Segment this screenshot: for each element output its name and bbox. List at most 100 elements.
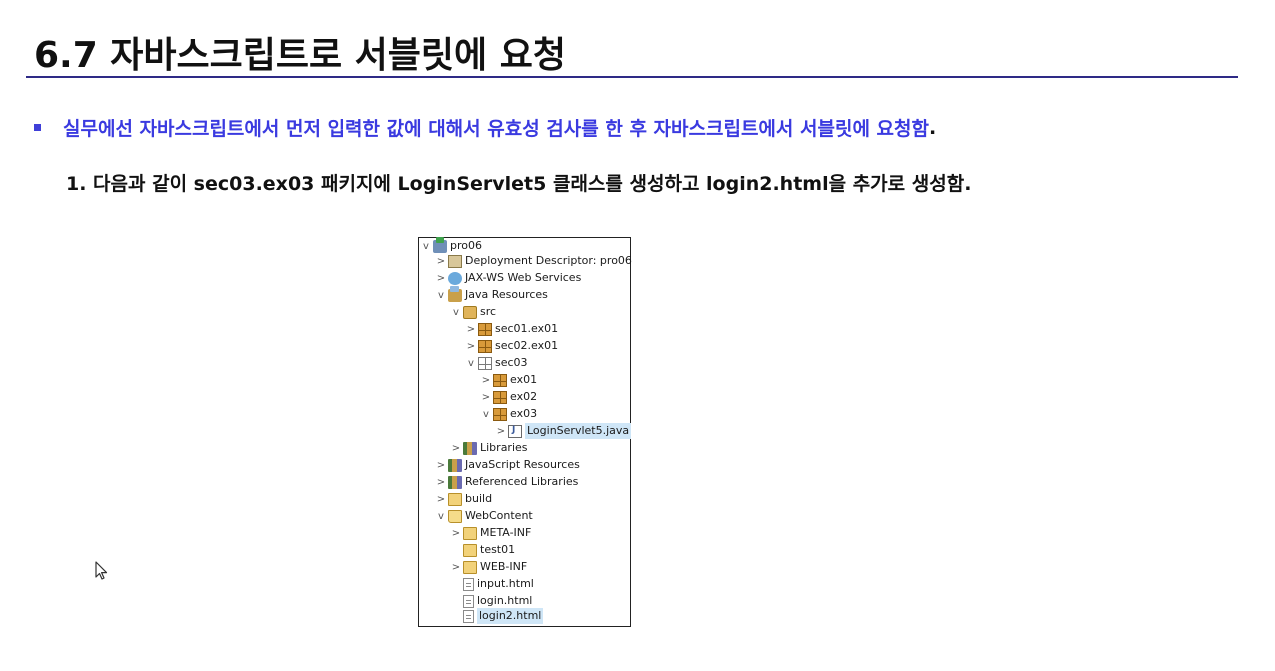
tree-item-label: login.html [477,594,533,607]
package-icon [493,390,507,404]
tree-item-ex03[interactable]: v ex03 [481,406,537,422]
source-folder-icon [463,305,477,319]
library-icon [448,458,462,472]
tree-item-web-inf[interactable]: > WEB-INF [451,559,527,575]
package-icon [478,339,492,353]
html-file-icon [463,594,474,608]
package-icon [493,373,507,387]
tree-item-label: META-INF [480,526,532,539]
chevron-right-icon[interactable]: > [466,338,476,354]
tree-item-webcontent[interactable]: v WebContent [436,508,533,524]
chevron-right-icon[interactable]: > [436,270,446,286]
chevron-right-icon[interactable]: > [436,457,446,473]
html-file-icon [463,577,474,591]
slide-title: 6.7 자바스크립트로 서블릿에 요청 [34,35,566,76]
tree-item-ex02[interactable]: > ex02 [481,389,537,405]
java-file-icon [508,424,522,438]
chevron-right-icon[interactable]: > [466,321,476,337]
tree-item-meta-inf[interactable]: > META-INF [451,525,531,541]
tree-item-login-html[interactable]: login.html [451,593,532,609]
bullet-text: 실무에선 자바스크립트에서 먼저 입력한 값에 대해서 유효성 검사를 한 후 … [63,118,929,140]
deployment-descriptor-icon [448,254,462,268]
tree-item-sec01-ex01[interactable]: > sec01.ex01 [466,321,558,337]
tree-item-label: WebContent [465,509,533,522]
tree-item-label: LoginServlet5.java [525,423,632,439]
folder-icon [463,560,477,574]
java-resources-icon [448,285,462,302]
tree-item-javascript-resources[interactable]: > JavaScript Resources [436,457,580,473]
tree-item-jax-ws[interactable]: > JAX-WS Web Services [436,270,581,286]
chevron-right-icon[interactable]: > [481,372,491,388]
tree-item-input-html[interactable]: input.html [451,576,534,592]
tree-item-deployment-descriptor[interactable]: > Deployment Descriptor: pro06 [436,253,632,269]
open-folder-icon [448,509,462,523]
square-bullet-icon [34,124,41,131]
tree-item-label: ex01 [510,373,538,386]
folder-icon [448,492,462,506]
chevron-right-icon[interactable]: > [436,491,446,507]
tree-item-label: WEB-INF [480,560,528,573]
tree-item-label: pro06 [450,239,482,252]
bullet-item: 실무에선 자바스크립트에서 먼저 입력한 값에 대해서 유효성 검사를 한 후 … [34,114,936,141]
chevron-right-icon[interactable]: > [481,389,491,405]
chevron-down-icon[interactable]: v [466,355,476,371]
chevron-down-icon[interactable]: v [436,287,446,303]
package-icon [493,407,507,421]
project-icon [433,236,447,253]
folder-icon [463,543,477,557]
tree-item-login2-html[interactable]: login2.html [451,608,544,624]
library-icon [463,441,477,455]
folder-icon [463,526,477,540]
tree-item-label: Deployment Descriptor: pro06 [465,254,632,267]
tree-item-label: test01 [480,543,516,556]
tree-item-label: login2.html [477,608,544,624]
html-file-icon [463,609,474,623]
tree-item-label: sec03 [495,356,528,369]
web-services-icon [448,271,462,285]
tree-item-test01[interactable]: test01 [451,542,515,558]
tree-item-label: ex03 [510,407,538,420]
tree-item-label: src [480,305,497,318]
tree-item-libraries[interactable]: > Libraries [451,440,528,456]
tree-item-label: Referenced Libraries [465,475,579,488]
tree-item-label: Libraries [480,441,528,454]
tree-item-java-resources[interactable]: v Java Resources [436,285,548,303]
tree-item-label: sec01.ex01 [495,322,559,335]
chevron-down-icon[interactable]: v [421,238,431,254]
chevron-right-icon[interactable]: > [451,559,461,575]
tree-item-sec03[interactable]: v sec03 [466,355,528,371]
tree-item-sec02-ex01[interactable]: > sec02.ex01 [466,338,558,354]
tree-item-label: Java Resources [465,288,548,301]
chevron-right-icon[interactable]: > [436,474,446,490]
project-explorer-tree: v pro06 > Deployment Descriptor: pro06 >… [418,236,632,627]
tree-item-label: JAX-WS Web Services [465,271,582,284]
tree-item-pro06[interactable]: v pro06 [421,236,482,254]
chevron-down-icon[interactable]: v [451,304,461,320]
bullet-period: . [928,116,937,139]
tree-item-label: JavaScript Resources [465,458,580,471]
package-icon [478,322,492,336]
empty-package-icon [478,356,492,370]
chevron-right-icon[interactable]: > [451,440,461,456]
tree-item-referenced-libraries[interactable]: > Referenced Libraries [436,474,578,490]
tree-item-src[interactable]: v src [451,304,496,320]
tree-item-label: ex02 [510,390,538,403]
tree-item-label: input.html [477,577,534,590]
tree-item-build[interactable]: > build [436,491,492,507]
chevron-right-icon[interactable]: > [451,525,461,541]
mouse-pointer-icon [95,561,108,580]
chevron-right-icon[interactable]: > [496,423,506,439]
title-divider [26,76,1238,78]
tree-item-label: build [465,492,493,505]
chevron-right-icon[interactable]: > [436,253,446,269]
chevron-down-icon[interactable]: v [481,406,491,422]
library-icon [448,475,462,489]
tree-item-ex01[interactable]: > ex01 [481,372,537,388]
tree-item-loginservlet5-java[interactable]: > LoginServlet5.java [496,423,632,439]
chevron-down-icon[interactable]: v [436,508,446,524]
step-text: 1. 다음과 같이 sec03.ex03 패키지에 LoginServlet5 … [66,173,972,195]
